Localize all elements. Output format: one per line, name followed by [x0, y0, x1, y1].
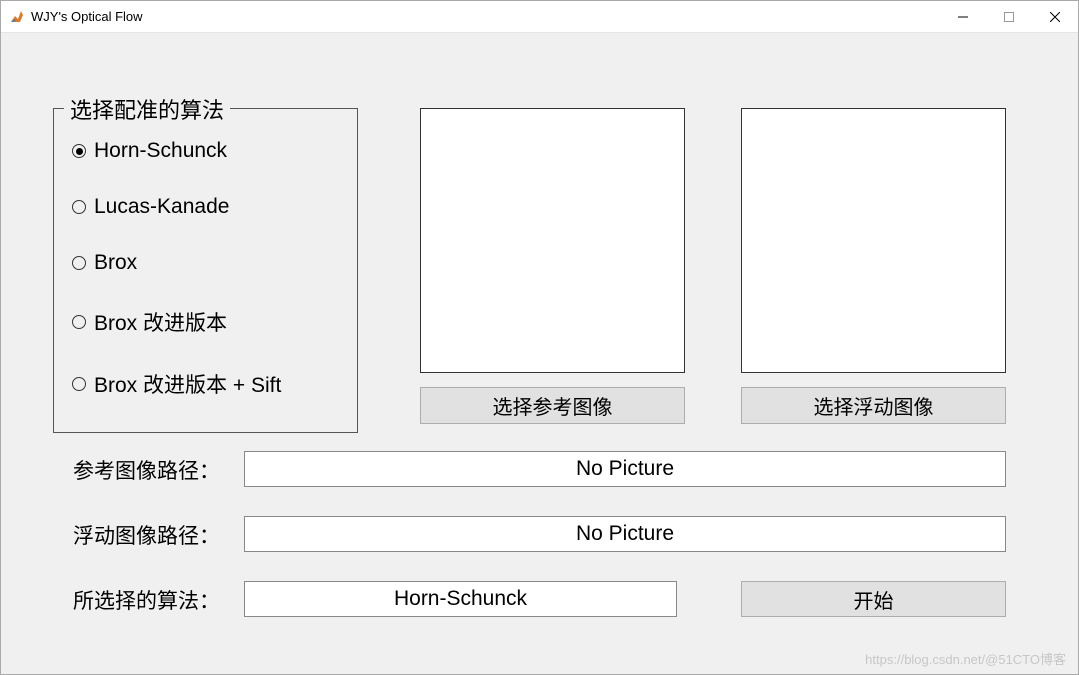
app-window: WJY's Optical Flow 选择配准的算法 Horn-Schunck	[0, 0, 1079, 675]
window-controls	[940, 1, 1078, 32]
radio-label: Lucas-Kanade	[94, 195, 229, 219]
client-area: 选择配准的算法 Horn-Schunck Lucas-Kanade Brox B…	[1, 33, 1078, 674]
floating-path-label: 浮动图像路径：	[73, 520, 220, 550]
radio-icon	[72, 315, 86, 329]
radio-label: Brox 改进版本 + Sift	[94, 369, 281, 399]
maximize-button[interactable]	[986, 1, 1032, 32]
radio-icon	[72, 200, 86, 214]
titlebar: WJY's Optical Flow	[1, 1, 1078, 33]
reference-image-panel	[420, 108, 685, 373]
reference-path-value: No Picture	[244, 451, 1006, 487]
radio-label: Brox 改进版本	[94, 307, 227, 337]
minimize-button[interactable]	[940, 1, 986, 32]
selected-algorithm-value: Horn-Schunck	[244, 581, 677, 617]
radio-lucas-kanade[interactable]: Lucas-Kanade	[72, 195, 339, 219]
radio-horn-schunck[interactable]: Horn-Schunck	[72, 139, 339, 163]
floating-image-panel	[741, 108, 1006, 373]
radio-label: Horn-Schunck	[94, 139, 227, 163]
radio-icon	[72, 256, 86, 270]
floating-path-value: No Picture	[244, 516, 1006, 552]
matlab-icon	[9, 9, 25, 25]
radio-label: Brox	[94, 251, 137, 275]
reference-path-label: 参考图像路径：	[73, 455, 220, 485]
select-reference-button[interactable]: 选择参考图像	[420, 387, 685, 424]
radio-brox[interactable]: Brox	[72, 251, 339, 275]
algorithm-groupbox: 选择配准的算法 Horn-Schunck Lucas-Kanade Brox B…	[53, 108, 358, 433]
start-button[interactable]: 开始	[741, 581, 1006, 617]
radio-brox-improved-sift[interactable]: Brox 改进版本 + Sift	[72, 369, 339, 399]
algorithm-radio-list: Horn-Schunck Lucas-Kanade Brox Brox 改进版本…	[54, 109, 357, 399]
window-title: WJY's Optical Flow	[31, 9, 143, 24]
radio-icon	[72, 377, 86, 391]
select-floating-button[interactable]: 选择浮动图像	[741, 387, 1006, 424]
selected-algorithm-label: 所选择的算法：	[73, 585, 220, 615]
close-button[interactable]	[1032, 1, 1078, 32]
radio-brox-improved[interactable]: Brox 改进版本	[72, 307, 339, 337]
radio-icon	[72, 144, 86, 158]
watermark: https://blog.csdn.net/@51CTO博客	[865, 649, 1066, 668]
groupbox-title: 选择配准的算法	[64, 93, 230, 125]
